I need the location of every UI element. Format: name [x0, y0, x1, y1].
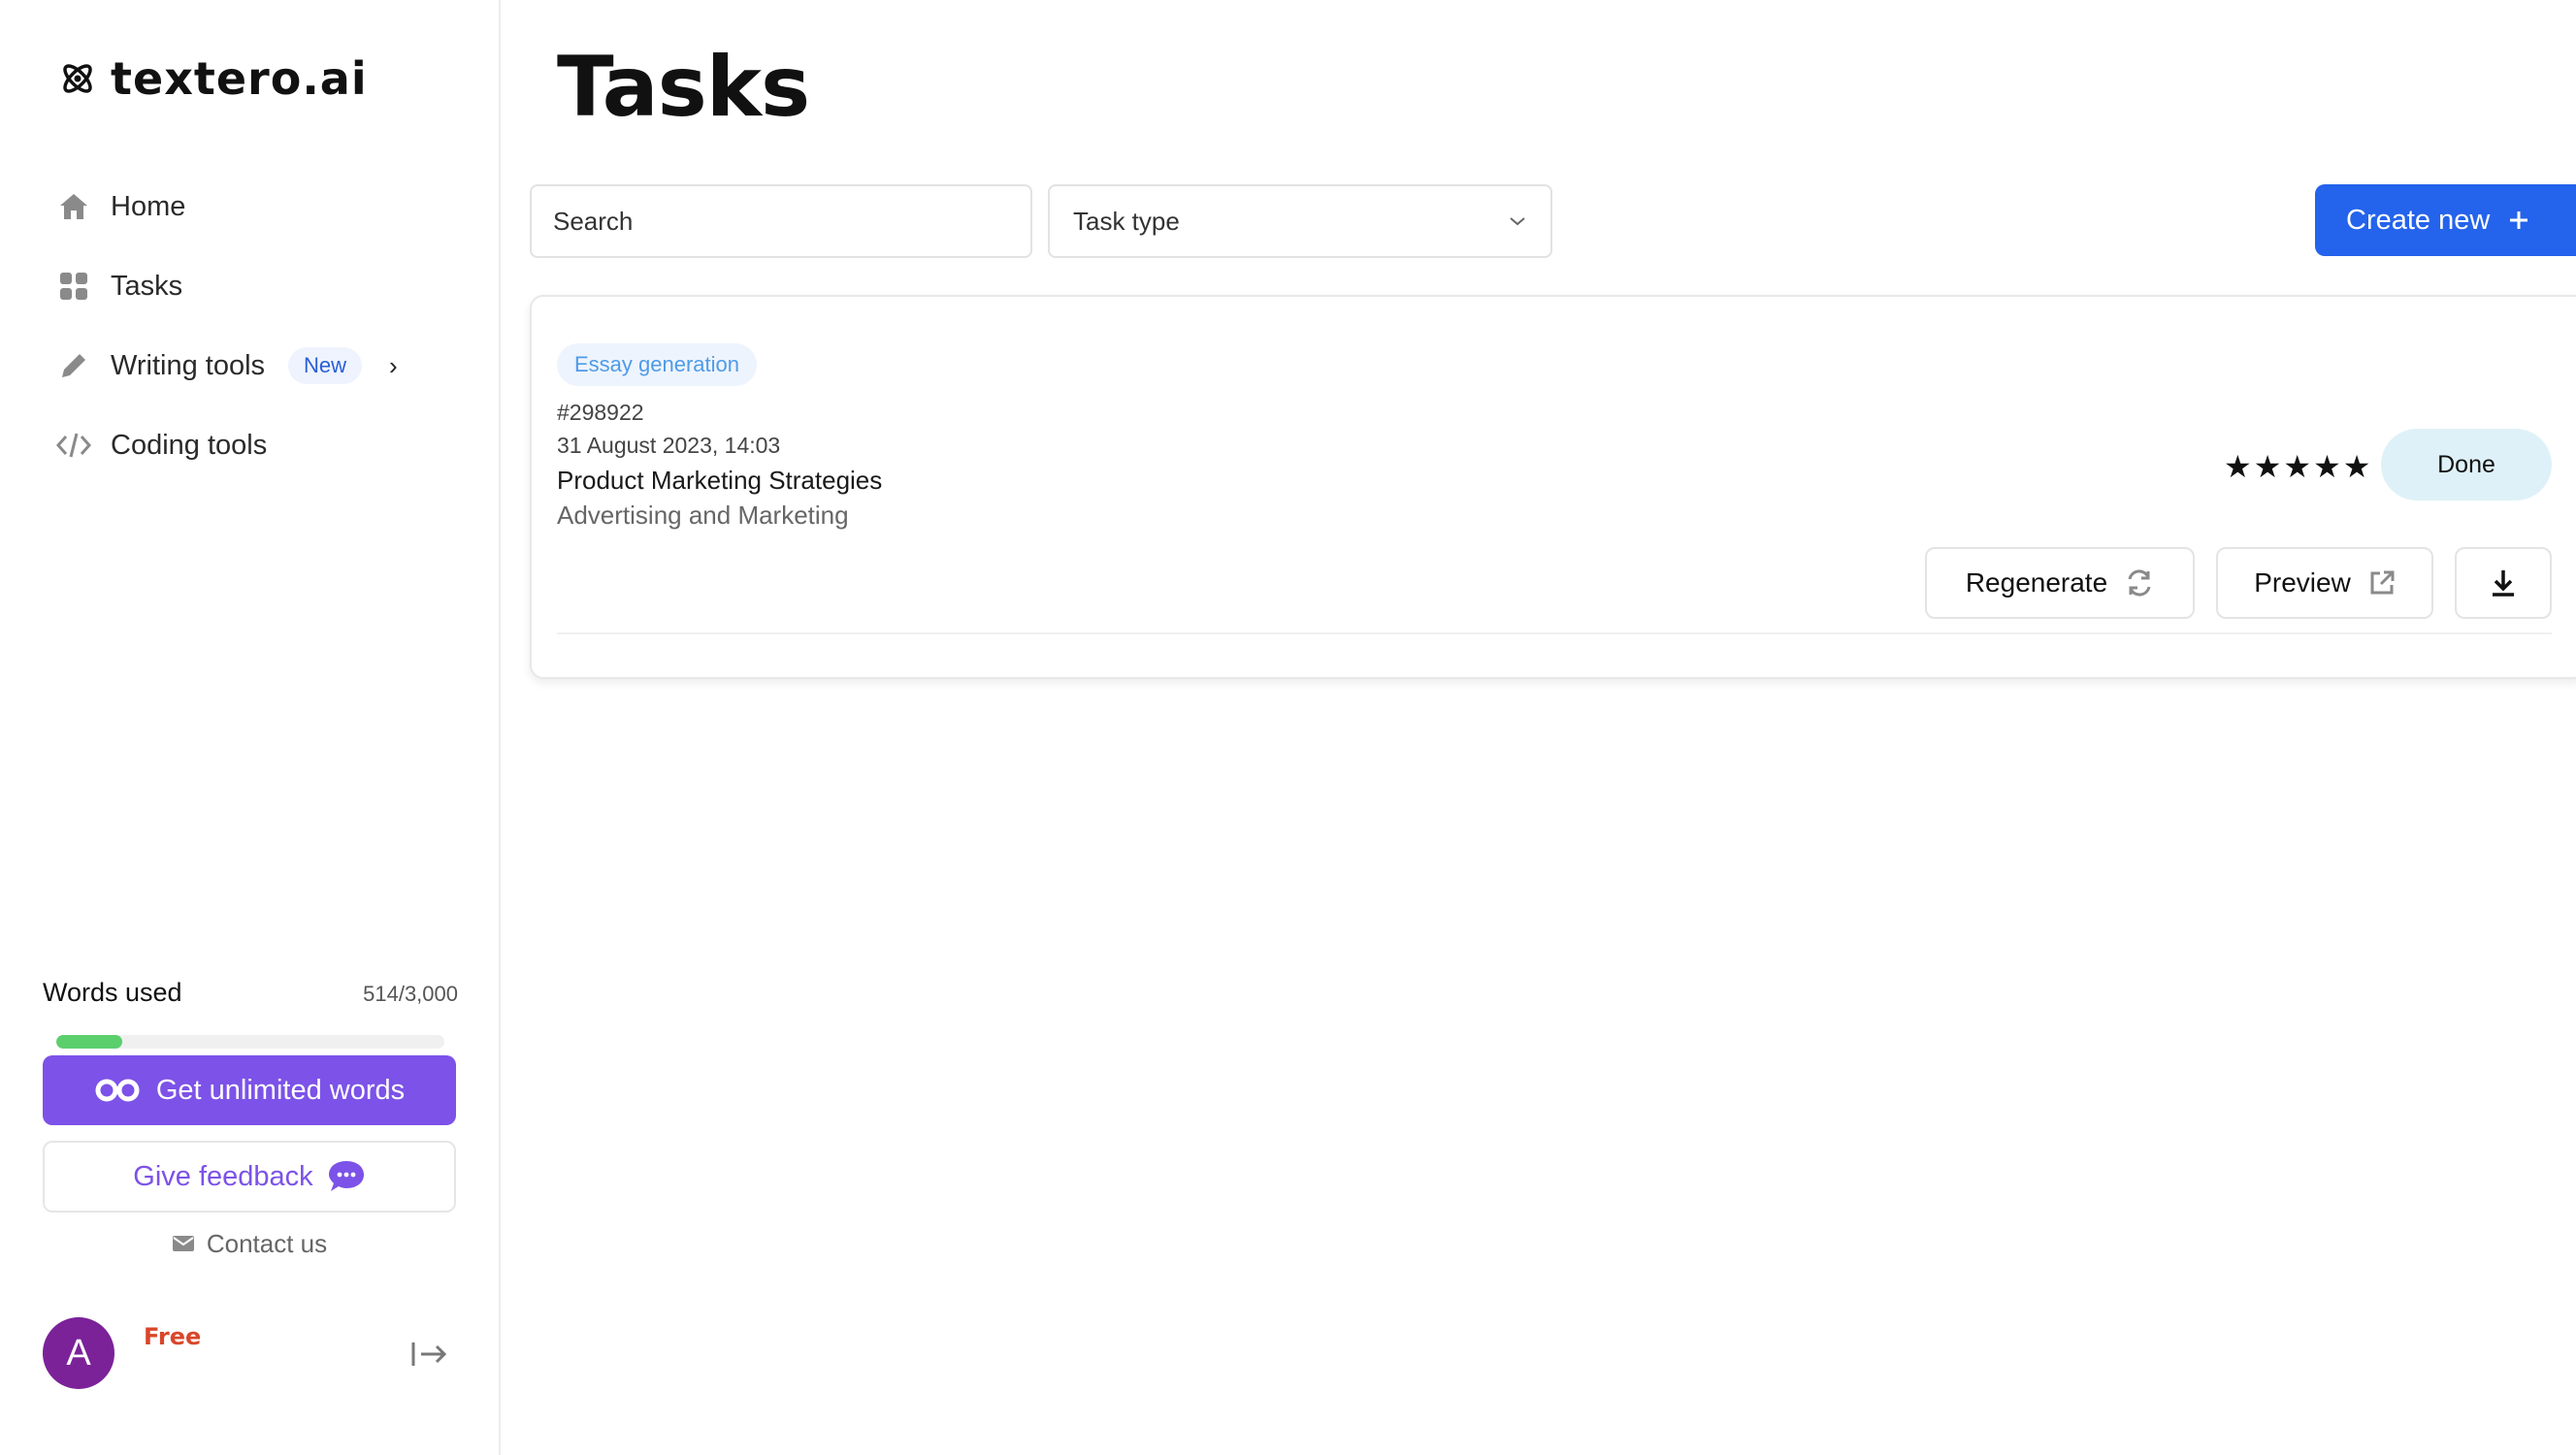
download-button[interactable] [2455, 547, 2552, 619]
task-id: #298922 [557, 400, 644, 425]
sidebar-item-label: Writing tools [111, 349, 266, 381]
sidebar-item-writing-tools[interactable]: Writing tools New › [56, 326, 483, 405]
regenerate-button[interactable]: Regenerate [1925, 547, 2195, 619]
regenerate-label: Regenerate [1965, 567, 2108, 598]
refresh-icon [2128, 569, 2151, 597]
task-date: 31 August 2023, 14:03 [557, 433, 781, 458]
task-card: Essay generation #298922 31 August 2023,… [530, 295, 2576, 679]
code-icon [56, 428, 91, 463]
logo[interactable]: textero.ai [58, 56, 368, 101]
plus-icon [2510, 211, 2528, 229]
create-new-button[interactable]: Create new [2315, 184, 2576, 256]
sidebar-item-label: Tasks [111, 270, 183, 302]
search-input[interactable] [530, 184, 1032, 258]
home-icon [56, 189, 91, 224]
avatar-initial: A [66, 1332, 91, 1374]
preview-button[interactable]: Preview [2216, 547, 2433, 619]
get-unlimited-words-label: Get unlimited words [155, 1074, 406, 1106]
sidebar-item-label: Home [111, 190, 186, 222]
infinity-icon [95, 1079, 140, 1102]
logout-icon[interactable] [409, 1337, 450, 1372]
get-unlimited-words-button[interactable]: Get unlimited words [43, 1055, 456, 1125]
words-progress-fill [56, 1035, 122, 1049]
page-title: Tasks [557, 39, 810, 136]
status-badge: Done [2381, 429, 2552, 501]
logo-text: textero.ai [111, 52, 368, 105]
external-link-icon [2370, 570, 2395, 595]
task-type-tag: Essay generation [557, 343, 757, 386]
chat-bubble-icon [328, 1161, 364, 1191]
rating-stars[interactable]: ★★★★★ [2224, 448, 2372, 485]
sidebar-nav: Home Tasks Writing tools New › Coding to… [56, 167, 483, 485]
words-used: Words used 514/3,000 [43, 978, 458, 1049]
task-title[interactable]: Product Marketing Strategies [557, 466, 882, 496]
words-used-count: 514/3,000 [363, 982, 458, 1006]
task-type-label: Task type [1073, 206, 1180, 236]
preview-label: Preview [2254, 567, 2351, 598]
sidebar-item-coding-tools[interactable]: Coding tools [56, 405, 483, 485]
card-divider [557, 632, 2552, 634]
new-badge: New [288, 347, 363, 384]
avatar[interactable]: A [43, 1317, 114, 1389]
sidebar-item-home[interactable]: Home [56, 167, 483, 246]
words-progress-bar [56, 1035, 444, 1049]
sidebar-item-tasks[interactable]: Tasks [56, 246, 483, 326]
task-subtitle: Advertising and Marketing [557, 501, 849, 530]
words-used-label: Words used [43, 978, 182, 1007]
give-feedback-label: Give feedback [133, 1160, 313, 1192]
give-feedback-button[interactable]: Give feedback [43, 1141, 456, 1212]
create-new-label: Create new [2346, 204, 2491, 236]
sidebar-item-label: Coding tools [111, 429, 268, 461]
atom-icon [63, 64, 92, 93]
chevron-down-icon [1510, 217, 1525, 226]
plan-label: Free [144, 1323, 202, 1350]
chevron-right-icon: › [389, 350, 398, 380]
grid-icon [56, 269, 91, 304]
contact-us-label: Contact us [206, 1228, 328, 1258]
task-type-select[interactable]: Task type [1048, 184, 1552, 258]
download-icon [2493, 570, 2514, 597]
mail-icon [172, 1236, 194, 1251]
contact-us-link[interactable]: Contact us [43, 1224, 456, 1263]
sidebar: textero.ai Home Tasks Writing tools New … [0, 0, 501, 1455]
pencil-icon [56, 348, 91, 383]
